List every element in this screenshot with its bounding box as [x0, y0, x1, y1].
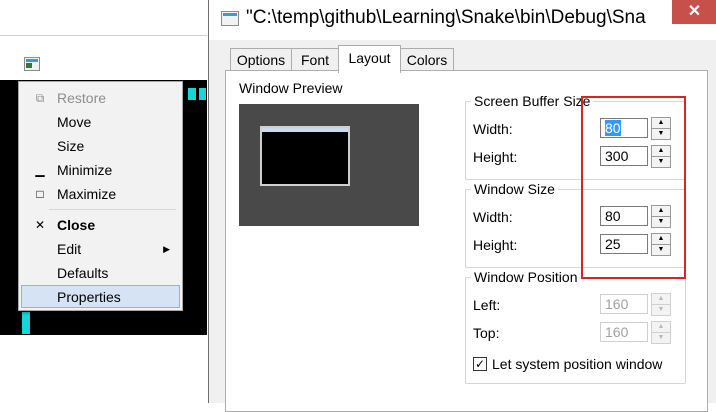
minimize-icon: ▁	[35, 163, 45, 177]
buffer-width-label: Width:	[473, 121, 513, 137]
console-window-icon[interactable]	[221, 11, 239, 26]
window-position-title: Window Position	[471, 269, 581, 285]
position-left-stepper[interactable]: ▲ ▼	[651, 293, 671, 317]
position-top-stepper[interactable]: ▲ ▼	[651, 321, 671, 345]
let-system-position-label[interactable]: Let system position window	[492, 356, 662, 372]
tab-layout[interactable]: Layout	[338, 45, 401, 73]
tab-label: Layout	[348, 50, 391, 66]
close-button[interactable]: ✕	[672, 0, 716, 24]
console-text-fragment	[22, 312, 30, 334]
menu-item-label: Defaults	[57, 265, 109, 281]
menu-item-move[interactable]: Move	[21, 111, 180, 134]
menu-item-label: Properties	[57, 289, 121, 305]
system-context-menu: ⧉ Restore Move Size ▁ Minimize □ Maximiz…	[18, 81, 183, 311]
console-window-icon[interactable]	[24, 57, 40, 71]
menu-item-label: Move	[57, 114, 92, 130]
menu-item-label: Close	[57, 217, 96, 233]
menu-separator	[49, 209, 176, 210]
tab-label: Font	[300, 52, 329, 68]
window-height-label: Height:	[473, 237, 518, 253]
close-icon: ✕	[687, 3, 702, 20]
position-top-label: Top:	[473, 325, 500, 341]
dialog-titlebar[interactable]: "C:\temp\github\Learning\Snake\bin\Debug…	[209, 0, 716, 40]
menu-item-maximize[interactable]: □ Maximize	[21, 183, 180, 206]
menu-item-label: Edit	[57, 241, 82, 257]
checkmark-icon: ✓	[474, 357, 486, 371]
window-preview	[239, 104, 419, 226]
annotation-highlight-box	[581, 96, 686, 279]
menu-item-edit[interactable]: Edit ▶	[21, 238, 180, 261]
menu-item-size[interactable]: Size	[21, 135, 180, 158]
maximize-icon: □	[36, 187, 44, 201]
window-size-title: Window Size	[471, 181, 558, 197]
tab-colors[interactable]: Colors	[400, 48, 454, 71]
menu-item-properties[interactable]: Properties	[21, 285, 180, 308]
menu-item-minimize[interactable]: ▁ Minimize	[21, 159, 180, 182]
console-text-fragment	[188, 88, 196, 100]
submenu-arrow-icon: ▶	[163, 244, 170, 254]
menu-item-label: Maximize	[57, 186, 117, 202]
screen-buffer-title: Screen Buffer Size	[471, 93, 594, 109]
menu-item-defaults[interactable]: Defaults	[21, 262, 180, 285]
dialog-title: "C:\temp\github\Learning\Snake\bin\Debug…	[246, 7, 646, 28]
tab-label: Options	[236, 52, 286, 68]
tab-options[interactable]: Options	[230, 48, 292, 71]
spin-down-icon[interactable]: ▼	[651, 304, 671, 316]
menu-item-label: Minimize	[57, 162, 113, 178]
menu-item-label: Restore	[57, 90, 107, 106]
window-width-label: Width:	[473, 209, 513, 225]
menu-item-restore[interactable]: ⧉ Restore	[21, 87, 180, 110]
window-preview-label: Window Preview	[239, 80, 343, 96]
menu-item-label: Size	[57, 138, 85, 154]
menu-item-close[interactable]: ✕ Close	[21, 214, 180, 237]
position-left-label: Left:	[473, 297, 501, 313]
spin-down-icon[interactable]: ▼	[651, 332, 671, 344]
tab-label: Colors	[406, 52, 448, 68]
let-system-position-checkbox[interactable]: ✓	[473, 357, 487, 371]
tab-font[interactable]: Font	[291, 48, 339, 71]
restore-icon: ⧉	[35, 91, 45, 105]
close-icon: ✕	[34, 218, 46, 232]
position-top-input[interactable]: 160	[600, 322, 648, 342]
buffer-height-label: Height:	[473, 149, 518, 165]
position-left-input[interactable]: 160	[600, 294, 648, 314]
window-preview-console	[260, 126, 350, 186]
console-text-fragment	[199, 88, 206, 100]
